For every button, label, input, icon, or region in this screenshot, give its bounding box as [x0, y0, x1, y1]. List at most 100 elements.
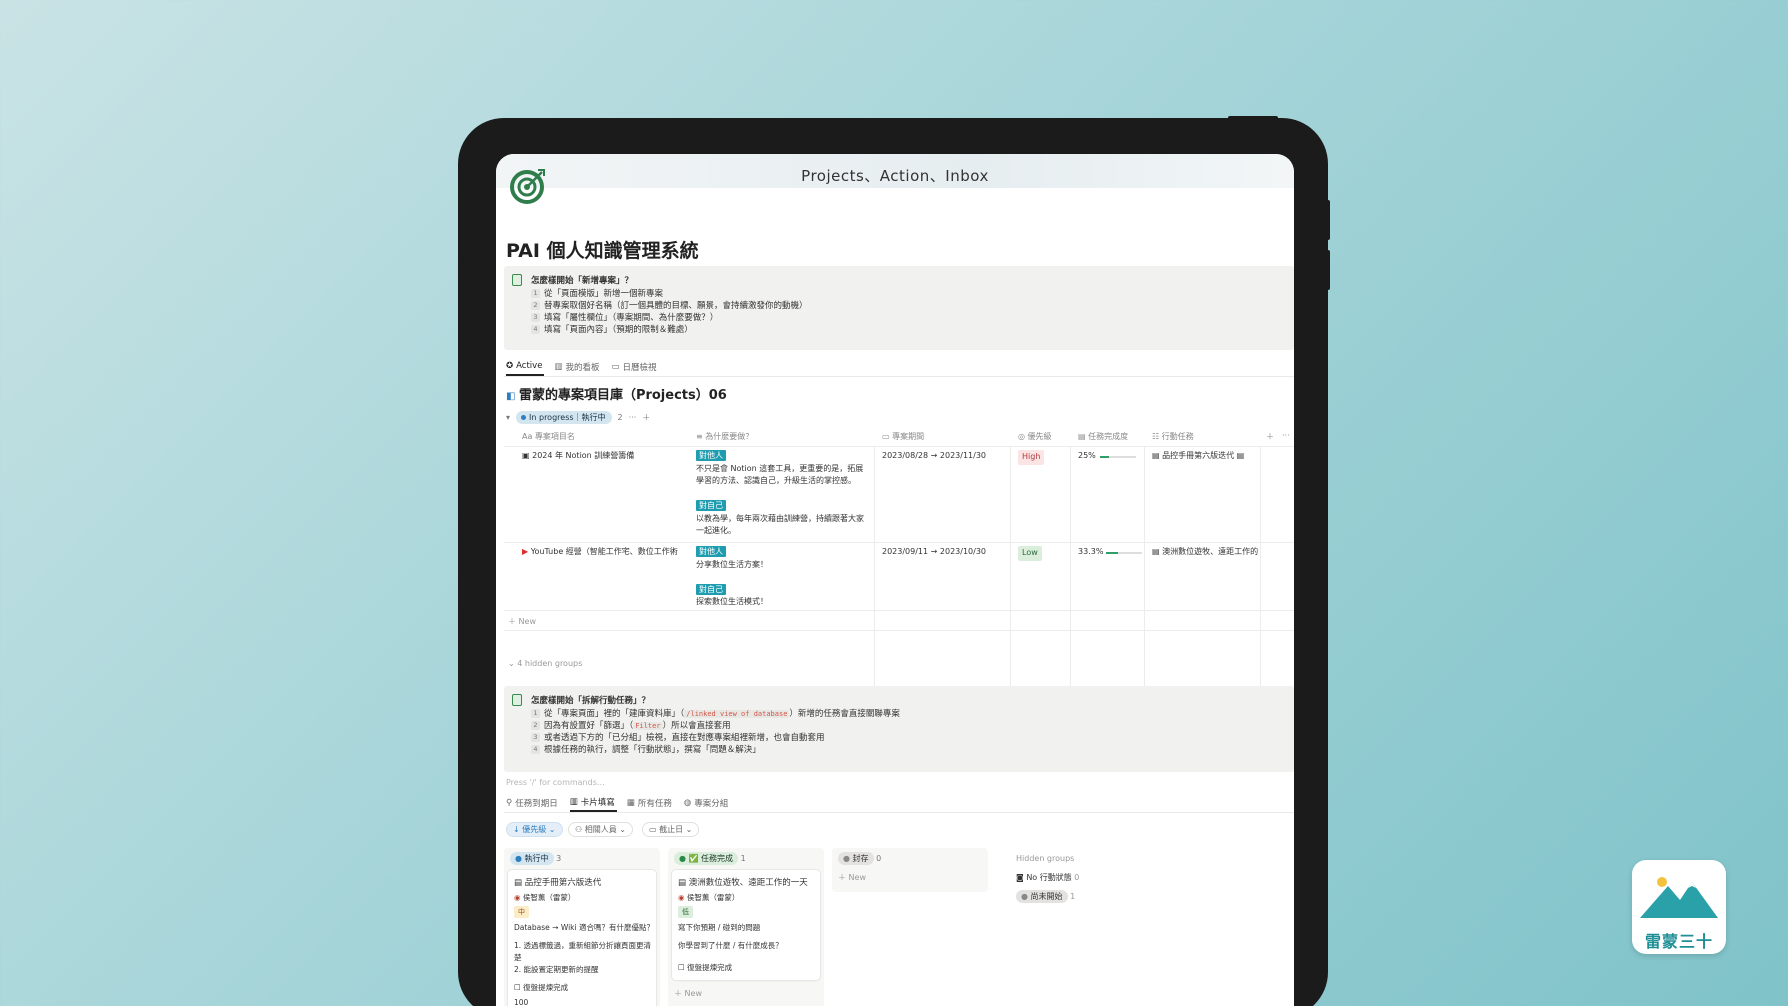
hidden-groups-toggle[interactable]: ⌄ 4 hidden groups — [508, 659, 582, 668]
callout-actions: 怎麼樣開始「拆解行動任務」？ 1 從「專案頁面」裡的「建庫資料庫」（/linked… — [504, 686, 1294, 772]
tab-active[interactable]: ✪ Active — [506, 358, 545, 376]
col-header-priority[interactable]: ◎ 優先級 — [1018, 431, 1052, 442]
board-column-archive: ● 封存 0 ＋ New — [832, 848, 988, 892]
page-icon: ▤ — [1152, 547, 1163, 556]
avatar: ◉ — [514, 893, 523, 902]
calendar-icon: ▭ — [649, 825, 660, 834]
sheet-icon — [512, 274, 522, 286]
calendar-icon: ▭ — [611, 362, 620, 372]
notion-icon: ▣ — [522, 451, 533, 460]
col-header-period[interactable]: ▭ 專案期間 — [882, 431, 924, 442]
progress-bar — [1106, 552, 1142, 554]
tab-calendar[interactable]: ▭ 日曆檢視 — [611, 358, 658, 376]
table-row-priority[interactable]: High — [1018, 450, 1045, 465]
more-icon[interactable]: ··· — [629, 413, 637, 422]
callout-title: 怎麼樣開始「新增專案」？ — [531, 276, 634, 286]
callout-new-project: 怎麼樣開始「新增專案」？ 1 從「頁面模版」新增一個新專案 2 替專案取個好名稱（訂… — [504, 266, 1294, 350]
chevron-down-icon[interactable]: ▾ — [506, 413, 510, 422]
table-row-action[interactable]: ▤ 品控手冊第六版迭代 ▤ — [1152, 450, 1244, 463]
new-card-button[interactable]: ＋ New — [674, 988, 702, 999]
list-item: 3 填寫「屬性欄位」（專案期間、為什麼要做？） — [531, 312, 718, 324]
table-row-name[interactable]: ▶ YouTube 經營（智能工作宅、數位工作術 — [522, 546, 694, 559]
status-badge[interactable]: ● 執行中 — [510, 852, 554, 865]
status-badge[interactable]: ● ✅ 任務完成 — [674, 852, 739, 865]
table-row-period[interactable]: 2023/08/28 → 2023/11/30 — [882, 450, 986, 463]
hidden-group-item[interactable]: ◙ No 行動狀態 0 — [1016, 872, 1079, 883]
cover-title: Projects、Action、Inbox — [801, 167, 989, 185]
table-row-progress: 33.3% — [1078, 547, 1104, 556]
level-badge: 中 — [514, 906, 529, 918]
tablet-volume-down — [1325, 250, 1330, 290]
avatar: ◉ — [678, 893, 687, 902]
hidden-groups-title: Hidden groups — [1016, 854, 1075, 863]
tab-group[interactable]: ◍ 專案分組 — [684, 794, 730, 812]
command-hint[interactable]: Press '/' for commands… — [506, 778, 605, 787]
board-card[interactable]: ▤ 澳洲數位遊牧、遠距工作的一天 ◉ 侯智薰（雷蒙） 低 寫下你預期 / 碰到的… — [672, 870, 820, 980]
page-icon: ▤ — [1152, 451, 1163, 460]
board-icon: ▥ — [554, 362, 563, 372]
tablet-volume-up — [1325, 200, 1330, 240]
table-row-name[interactable]: ▣ 2024 年 Notion 訓練營籌備 — [522, 450, 634, 463]
table-row-why: 對他人 不只是會 Notion 這套工具，更重要的是，拓展 學習的方法、認識自己… — [696, 450, 864, 535]
table-row-priority[interactable]: Low — [1018, 546, 1042, 561]
database-title[interactable]: ◧ 雷蒙的專案項目庫（Projects）06 — [506, 384, 727, 403]
col-header-progress[interactable]: ▤ 任務完成度 — [1078, 431, 1128, 442]
filter-deadline[interactable]: ▭ 截止日 ⌄ — [642, 822, 700, 837]
list-icon: ≡ — [696, 432, 706, 441]
new-card-button[interactable]: ＋ New — [838, 872, 866, 883]
inbox-icon: ◙ — [1016, 873, 1027, 882]
star-icon: ✪ — [506, 361, 514, 371]
col-header-why[interactable]: ≡ 為什麼要做？ — [696, 431, 753, 442]
page-title: PAI 個人知識管理系統 — [506, 240, 699, 262]
board-column-done: ● ✅ 任務完成 1 ▤ 澳洲數位遊牧、遠距工作的一天 ◉ 侯智薰（雷蒙） 低 … — [668, 848, 824, 1006]
checkbox[interactable]: ☐ — [514, 983, 523, 992]
page-icon: ▤ — [1234, 451, 1245, 460]
target-icon[interactable] — [510, 168, 546, 204]
group-header: ▾ In progress｜執行中 2 ··· ＋ — [506, 411, 650, 424]
tab-board[interactable]: ▥ 我的看板 — [554, 358, 601, 376]
table-row-why: 對他人 分享數位生活方案！ 對自己 探索數位生活模式！ — [696, 546, 768, 606]
table-row-progress: 25% — [1078, 451, 1096, 460]
list-item: 2 替專案取個好名稱（訂一個具體的目標、願景，會持續激發你的動機） — [531, 300, 808, 312]
table-row-period[interactable]: 2023/09/11 → 2023/10/30 — [882, 546, 986, 559]
progress-bar — [1100, 456, 1136, 458]
youtube-icon: ▶ — [522, 547, 531, 556]
mountain-icon — [1640, 877, 1718, 918]
list-item: 2 因為有設置好「篩選」（ Filter ）所以會直接套用 — [531, 720, 731, 732]
filter-people[interactable]: ⚇ 相關人員 ⌄ — [568, 822, 633, 837]
status-badge[interactable]: In progress｜執行中 — [516, 411, 612, 424]
table-row-action[interactable]: ▤ 澳洲數位遊牧、遠距工作的 — [1152, 546, 1260, 559]
view-tabs-2: ⚲ 任務到期日 ▥ 卡片填寫 ▦ 所有任務 ◍ 專案分組 — [506, 794, 730, 812]
tab-due[interactable]: ⚲ 任務到期日 — [506, 794, 560, 812]
text-type-icon: Aa — [522, 432, 535, 441]
new-row-button[interactable]: ＋ New — [508, 616, 536, 627]
add-column-icon[interactable]: ＋ — [1266, 431, 1274, 442]
status-badge[interactable]: ● 封存 — [838, 852, 874, 865]
board-column-doing: ● 執行中 3 ▤ 品控手冊第六版迭代 ◉ 侯智薰（雷蒙） 中 Database… — [504, 848, 660, 1006]
tab-all[interactable]: ▦ 所有任務 — [627, 794, 674, 812]
tag-self: 對自己 — [696, 500, 726, 511]
people-icon: ⚇ — [575, 825, 585, 834]
callout-title: 怎麼樣開始「拆解行動任務」？ — [531, 696, 651, 706]
col-header-name[interactable]: Aa 專案項目名 — [522, 431, 575, 442]
board-icon: ▥ — [569, 797, 578, 807]
more-icon[interactable]: ··· — [1282, 431, 1290, 440]
database-icon: ◧ — [506, 391, 519, 402]
board-card[interactable]: ▤ 品控手冊第六版迭代 ◉ 侯智薰（雷蒙） 中 Database → Wiki … — [508, 870, 656, 1006]
list-item: 1 從「頁面模版」新增一個新專案 — [531, 288, 663, 300]
page-icon: ▤ — [514, 878, 525, 888]
checkbox[interactable]: ☐ — [678, 963, 687, 972]
filter-priority[interactable]: ↓ 優先級 ⌄ — [506, 822, 563, 837]
formula-icon: ▤ — [1078, 432, 1089, 441]
tag-others: 對他人 — [696, 546, 726, 557]
hidden-group-item[interactable]: ● 尚未開始 1 — [1016, 890, 1075, 903]
level-badge: 低 — [678, 906, 693, 918]
tag-self: 對自己 — [696, 583, 726, 595]
calendar-icon: ▭ — [882, 432, 893, 441]
add-icon[interactable]: ＋ — [642, 412, 650, 423]
list-item: 3 或者透過下方的「已分組」檢視，直接在對應專案組裡新增，也會自動套用 — [531, 732, 825, 744]
col-header-actions[interactable]: ☷ 行動任務 — [1152, 431, 1194, 442]
tab-card[interactable]: ▥ 卡片填寫 — [569, 794, 617, 812]
tag-others: 對他人 — [696, 450, 726, 461]
group-count: 2 — [617, 413, 623, 422]
